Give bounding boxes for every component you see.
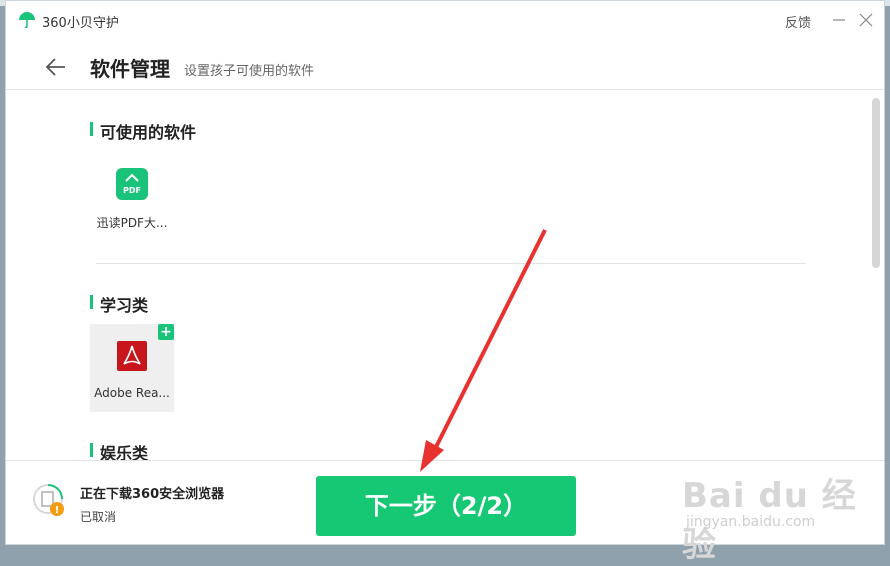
footer-bar: ! 正在下载360安全浏览器 已取消 下一步（2/2） <box>6 460 884 544</box>
app-tile-pdf-reader[interactable]: PDF 迅读PDF大... <box>90 158 174 246</box>
scrollbar-thumb[interactable] <box>872 98 880 268</box>
next-step-button[interactable]: 下一步（2/2） <box>316 476 576 536</box>
minimize-icon[interactable] <box>830 11 848 29</box>
section-title-study: 学习类 <box>90 292 148 316</box>
section-title-entertainment: 娱乐类 <box>90 440 148 460</box>
app-label: Adobe Rea... <box>94 386 170 400</box>
app-label: 迅读PDF大... <box>96 216 168 230</box>
download-title: 正在下载360安全浏览器 <box>80 487 225 502</box>
page-subtitle: 设置孩子可使用的软件 <box>184 64 315 79</box>
section-divider <box>96 263 806 264</box>
add-badge-icon[interactable]: + <box>158 324 174 340</box>
download-warning-icon: ! <box>33 484 64 516</box>
scrollbar[interactable] <box>872 98 880 450</box>
pdf-icon-text: PDF <box>123 186 141 195</box>
page-title: 软件管理 <box>90 57 170 81</box>
app-window: 360小贝守护 反馈 软件管理 设置孩子可使用的软件 可使用的软件 PDF 迅读… <box>5 0 885 545</box>
download-status: 已取消 <box>80 510 117 524</box>
close-icon[interactable] <box>857 11 875 29</box>
section-title-allowed: 可使用的软件 <box>90 119 196 143</box>
page-header: 软件管理 设置孩子可使用的软件 <box>6 41 884 90</box>
feedback-link[interactable]: 反馈 <box>785 12 811 31</box>
software-list-content: 可使用的软件 PDF 迅读PDF大... 学习类 + Adobe Rea... … <box>6 90 884 460</box>
app-tile-adobe-reader[interactable]: + Adobe Rea... <box>90 324 174 412</box>
pdf-reader-icon: PDF <box>116 168 148 200</box>
title-bar: 360小贝守护 反馈 <box>6 1 884 41</box>
svg-text:!: ! <box>55 505 60 516</box>
umbrella-logo-icon <box>19 12 35 29</box>
app-title: 360小贝守护 <box>42 16 119 31</box>
adobe-reader-icon <box>117 341 147 371</box>
back-arrow-icon[interactable] <box>44 55 68 79</box>
